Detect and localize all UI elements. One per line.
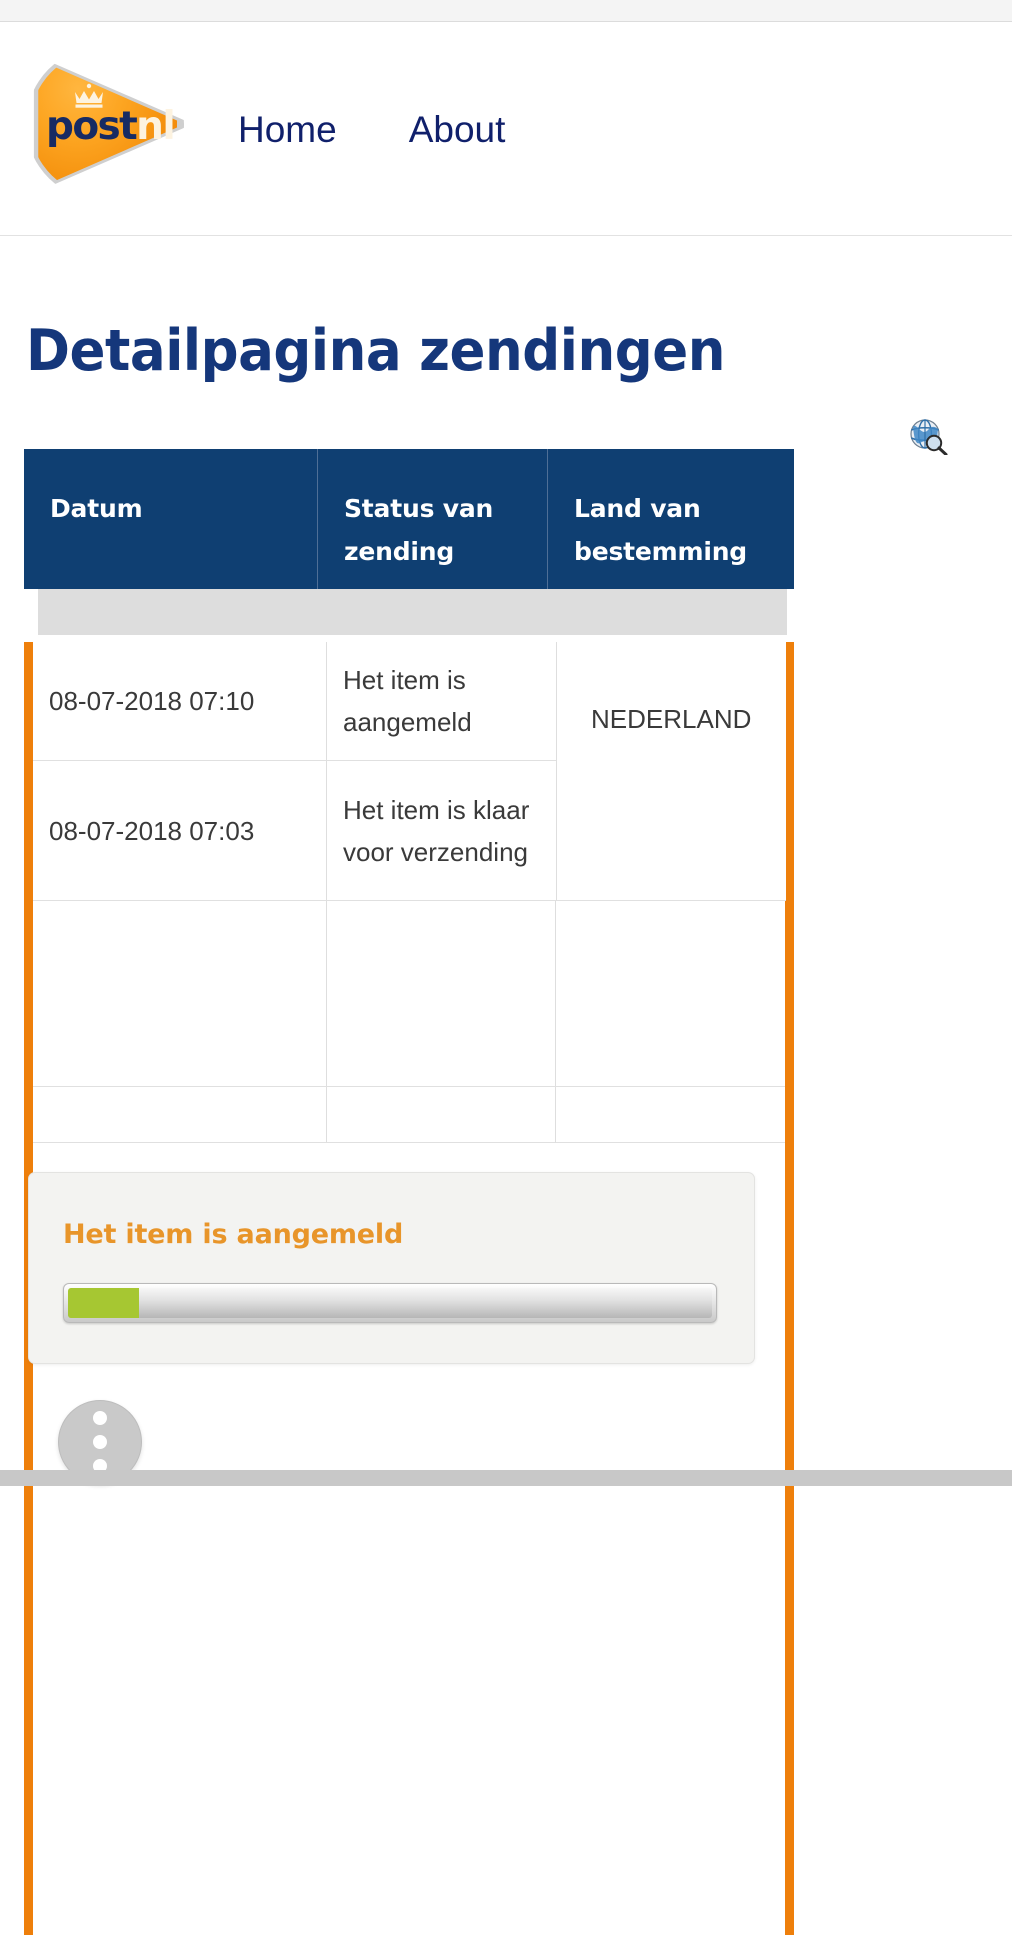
progress-bar: [63, 1283, 717, 1323]
site-navbar: postnl Home About: [0, 23, 1012, 236]
kebab-dot: [93, 1435, 107, 1449]
column-header-land: Land van bestemming: [547, 449, 794, 589]
cell-status: [326, 901, 555, 1086]
cell-datum: 08-07-2018 07:03: [49, 815, 255, 846]
logo-word-post: post: [46, 104, 138, 149]
status-card-title: Het item is aangemeld: [63, 1219, 404, 1250]
status-card: Het item is aangemeld: [28, 1172, 755, 1364]
logo-wordmark: postnl: [46, 104, 176, 149]
cell-land: [555, 1087, 785, 1143]
cell-datum: [33, 1087, 326, 1142]
logo-word-nl: nl: [136, 104, 176, 149]
table-row[interactable]: [33, 901, 785, 1087]
nav-links: Home About: [238, 107, 577, 167]
bottom-status-bar: [0, 1470, 1012, 1486]
table-row[interactable]: [33, 1087, 785, 1143]
nav-link-about[interactable]: About: [409, 107, 506, 153]
browser-top-strip: [0, 0, 1012, 22]
brand-logo[interactable]: postnl: [24, 45, 196, 205]
globe-search-icon[interactable]: [908, 417, 948, 456]
table-header-row: Datum Status van zending Land van bestem…: [24, 449, 794, 589]
cell-datum: [33, 901, 326, 1086]
column-header-status: Status van zending: [317, 449, 547, 589]
cell-datum: 08-07-2018 07:10: [49, 686, 255, 716]
progress-bar-track: [68, 1288, 712, 1318]
cell-status: Het item is aangemeld: [326, 642, 555, 760]
page-title: Detailpagina zendingen: [26, 318, 726, 384]
cell-land: [555, 901, 785, 1086]
column-header-datum: Datum: [50, 494, 143, 523]
cell-status: Het item is klaar voor verzending: [326, 761, 555, 900]
progress-bar-fill: [68, 1288, 139, 1318]
kebab-dot: [93, 1411, 107, 1425]
nav-link-home[interactable]: Home: [238, 107, 337, 153]
cell-status: [326, 1087, 555, 1142]
cell-land-nederland: NEDERLAND: [556, 642, 786, 901]
kebab-menu-icon: [93, 1411, 107, 1473]
table-subheader-band: [38, 589, 787, 635]
